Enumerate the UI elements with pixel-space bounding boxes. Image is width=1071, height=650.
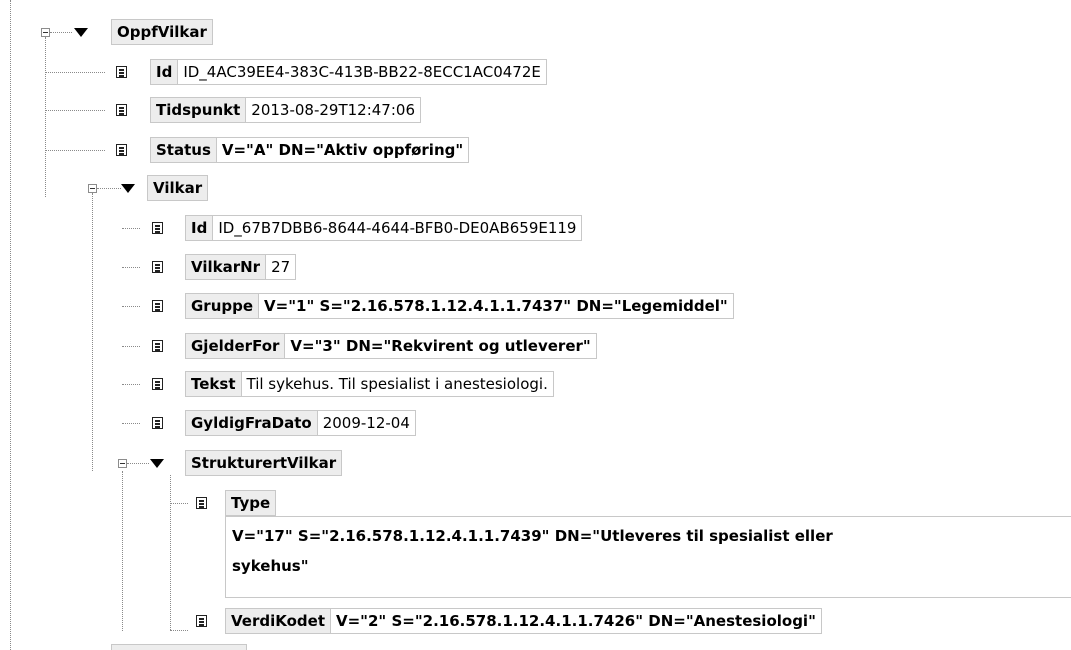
expanded-arrow-icon[interactable] <box>74 28 88 37</box>
element-name: Id <box>185 215 214 241</box>
document-icon <box>152 261 163 273</box>
node-verdikodet[interactable]: VerdiKodet V="2" S="2.16.578.1.12.4.1.1.… <box>225 608 822 634</box>
tree-connector <box>170 630 188 631</box>
tree-connector <box>122 228 140 229</box>
tree-connector <box>170 503 188 504</box>
node-gjelderfor[interactable]: GjelderFor V="3" DN="Rekvirent og utleve… <box>185 333 597 359</box>
node-tekst[interactable]: Tekst Til sykehus. Til spesialist i anes… <box>185 371 554 397</box>
collapse-toggle-vilkar[interactable] <box>88 184 97 193</box>
document-icon <box>152 340 163 352</box>
tree-connector <box>122 306 140 307</box>
expanded-arrow-icon[interactable] <box>150 459 164 468</box>
element-value-line: sykehus" <box>232 557 309 575</box>
tree-guide-line <box>92 193 93 471</box>
document-icon <box>116 144 127 156</box>
element-name: Gruppe <box>185 293 260 319</box>
collapse-toggle-oppfvilkar[interactable] <box>41 28 50 37</box>
node-vilkar[interactable]: Vilkar <box>147 175 209 201</box>
element-value: 27 <box>266 254 297 280</box>
element-value: ID_67B7DBB6-8644-4644-BFB0-DE0AB659E119 <box>213 215 583 241</box>
element-value-line: V="17" S="2.16.578.1.12.4.1.1.7439" DN="… <box>232 527 833 545</box>
node-vilkar-id[interactable]: Id ID_67B7DBB6-8644-4644-BFB0-DE0AB659E1… <box>185 215 583 241</box>
document-icon <box>152 417 163 429</box>
tree-connector <box>127 463 149 464</box>
node-gyldigfradato[interactable]: GyldigFraDato 2009-12-04 <box>185 410 416 436</box>
element-name: VerdiKodet <box>225 608 331 634</box>
element-value: 2009-12-04 <box>317 410 416 436</box>
tree-connector <box>50 32 72 33</box>
document-icon <box>116 104 127 116</box>
element-value: V="2" S="2.16.578.1.12.4.1.1.7426" DN="A… <box>330 608 822 634</box>
element-name: OppfVilkar <box>111 19 213 45</box>
tree-connector <box>122 423 140 424</box>
node-status[interactable]: Status V="A" DN="Aktiv oppføring" <box>150 137 470 163</box>
node-tidspunkt[interactable]: Tidspunkt 2013-08-29T12:47:06 <box>150 97 421 123</box>
node-vilkarnr[interactable]: VilkarNr 27 <box>185 254 297 280</box>
document-icon <box>152 378 163 390</box>
element-value: 2013-08-29T12:47:06 <box>246 97 421 123</box>
node-oppfvilkar[interactable]: OppfVilkar <box>111 19 213 45</box>
element-name: Status <box>150 137 217 163</box>
element-name: GyldigFraDato <box>185 410 318 436</box>
element-value: V="3" DN="Rekvirent og utleverer" <box>285 333 597 359</box>
element-value: V="A" DN="Aktiv oppføring" <box>216 137 470 163</box>
tree-guide-line <box>122 471 123 631</box>
tree-guide-line <box>10 0 11 650</box>
element-name: VilkarNr <box>185 254 267 280</box>
tree-connector <box>122 346 140 347</box>
tree-guide-line <box>170 475 171 630</box>
element-name: StrukturertVilkar <box>185 450 343 476</box>
node-gruppe[interactable]: Gruppe V="1" S="2.16.578.1.12.4.1.1.7437… <box>185 293 734 319</box>
element-value: ID_4AC39EE4-383C-413B-BB22-8ECC1AC0472E <box>178 59 547 85</box>
element-value-block: V="17" S="2.16.578.1.12.4.1.1.7439" DN="… <box>225 516 1071 598</box>
element-name: Id <box>150 59 179 85</box>
node-type[interactable]: Type <box>225 490 277 516</box>
document-icon <box>152 300 163 312</box>
tree-connector <box>97 188 121 189</box>
element-name: Tidspunkt <box>150 97 247 123</box>
element-name: Type <box>225 490 277 516</box>
tree-connector <box>122 267 140 268</box>
expanded-arrow-icon[interactable] <box>121 184 135 193</box>
tree-connector <box>45 110 105 111</box>
node-id[interactable]: Id ID_4AC39EE4-383C-413B-BB22-8ECC1AC047… <box>150 59 547 85</box>
document-icon <box>116 66 127 78</box>
tree-guide-line <box>45 37 46 197</box>
document-icon <box>196 615 207 627</box>
node-strukturertvilkar[interactable]: StrukturertVilkar <box>185 450 343 476</box>
tree-connector <box>45 150 105 151</box>
element-value: Til sykehus. Til spesialist i anestesiol… <box>241 371 554 397</box>
collapse-toggle-strukturertvilkar[interactable] <box>118 459 127 468</box>
element-value: V="1" S="2.16.578.1.12.4.1.1.7437" DN="L… <box>259 293 734 319</box>
tree-connector <box>45 72 105 73</box>
next-node-edge <box>111 644 247 650</box>
document-icon <box>152 222 163 234</box>
element-name: Tekst <box>185 371 242 397</box>
tree-connector <box>122 384 140 385</box>
document-icon <box>196 497 207 509</box>
element-name: GjelderFor <box>185 333 286 359</box>
element-name: Vilkar <box>147 175 209 201</box>
